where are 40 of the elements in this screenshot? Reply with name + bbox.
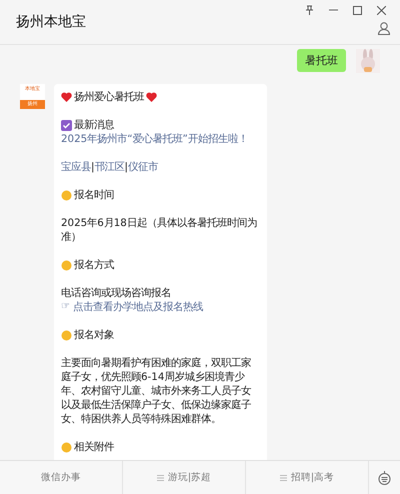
menu-label: 微信办事: [41, 471, 81, 484]
section-heading: 相关附件: [74, 440, 114, 454]
paragraph: 主要面向暑期看护有困难的家庭，双职工家庭子女，优先照顾6-14周岁城乡困境青少年、农村留守儿童、城市外来务工人员子女以及最低生活保障户子女、低保边缘家庭子女、特困供养人员等特殊困难群体。: [61, 356, 252, 426]
dot-icon: [61, 260, 72, 270]
maximize-icon[interactable]: [353, 6, 362, 14]
menu-tab[interactable]: 游玩|苏超: [123, 461, 246, 494]
heart-icon: [146, 92, 157, 102]
section-heading: 报名方式: [74, 258, 114, 272]
info-link[interactable]: 点击查看办学地点及报名热线: [72, 300, 203, 314]
section-heading: 报名对象: [74, 328, 114, 342]
window-title: 扬州本地宝: [16, 13, 86, 31]
district-link[interactable]: 仪征市: [128, 160, 158, 174]
close-icon[interactable]: [377, 6, 386, 14]
menu-icon: [156, 474, 164, 480]
separator: |: [124, 160, 128, 174]
menu-label: 招聘|高考: [290, 471, 334, 484]
paragraph: 2025年6月18日起（具体以各暑托班时间为准）: [61, 216, 258, 244]
news-link[interactable]: 2025年扬州市“爱心暑托班”开始招生啦！: [61, 132, 248, 146]
minimize-icon[interactable]: [329, 9, 338, 11]
dot-icon: [61, 190, 72, 200]
dot-icon: [61, 330, 72, 340]
separator: |: [91, 160, 94, 174]
user-avatar: [356, 49, 380, 73]
dot-icon: [61, 442, 72, 452]
district-link[interactable]: 宝应县: [61, 160, 91, 174]
heart-icon: [61, 92, 72, 102]
sent-message: 暑托班: [297, 49, 346, 72]
checkbox-icon: [61, 120, 72, 130]
menu-tab[interactable]: 微信办事: [0, 461, 123, 494]
section-heading: 报名时间: [74, 188, 114, 202]
pointing-hand-icon: ☞: [61, 300, 70, 314]
person-icon[interactable]: [378, 22, 390, 35]
district-link[interactable]: 邗江区: [94, 160, 124, 174]
menu-tab[interactable]: 招聘|高考: [246, 461, 369, 494]
notice-label: 最新消息: [74, 118, 114, 132]
menu-label: 游玩|苏超: [168, 471, 212, 484]
message-title: 扬州爱心暑托班: [74, 90, 144, 104]
pin-icon[interactable]: [305, 5, 314, 15]
paragraph: 电话咨询或现场咨询报名: [61, 286, 171, 300]
menu-icon: [280, 474, 287, 480]
